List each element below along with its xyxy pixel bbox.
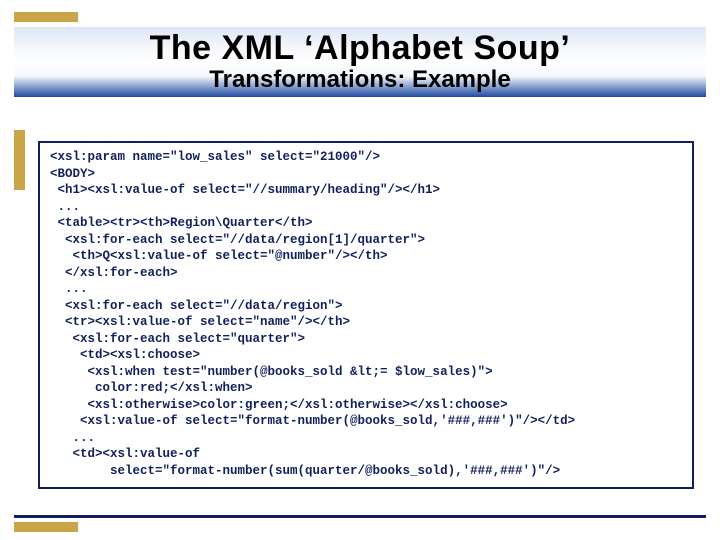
code-example-box: <xsl:param name="low_sales" select="2100… (38, 141, 694, 489)
title-band: The XML ‘Alphabet Soup’ Transformations:… (14, 27, 706, 97)
slide-title: The XML ‘Alphabet Soup’ (14, 27, 706, 68)
code-content: <xsl:param name="low_sales" select="2100… (50, 149, 682, 479)
side-accent-bar (14, 130, 25, 190)
top-accent-bar (14, 12, 78, 22)
bottom-rule (14, 515, 706, 518)
slide-subtitle: Transformations: Example (14, 66, 706, 94)
bottom-accent-bar (14, 522, 78, 532)
